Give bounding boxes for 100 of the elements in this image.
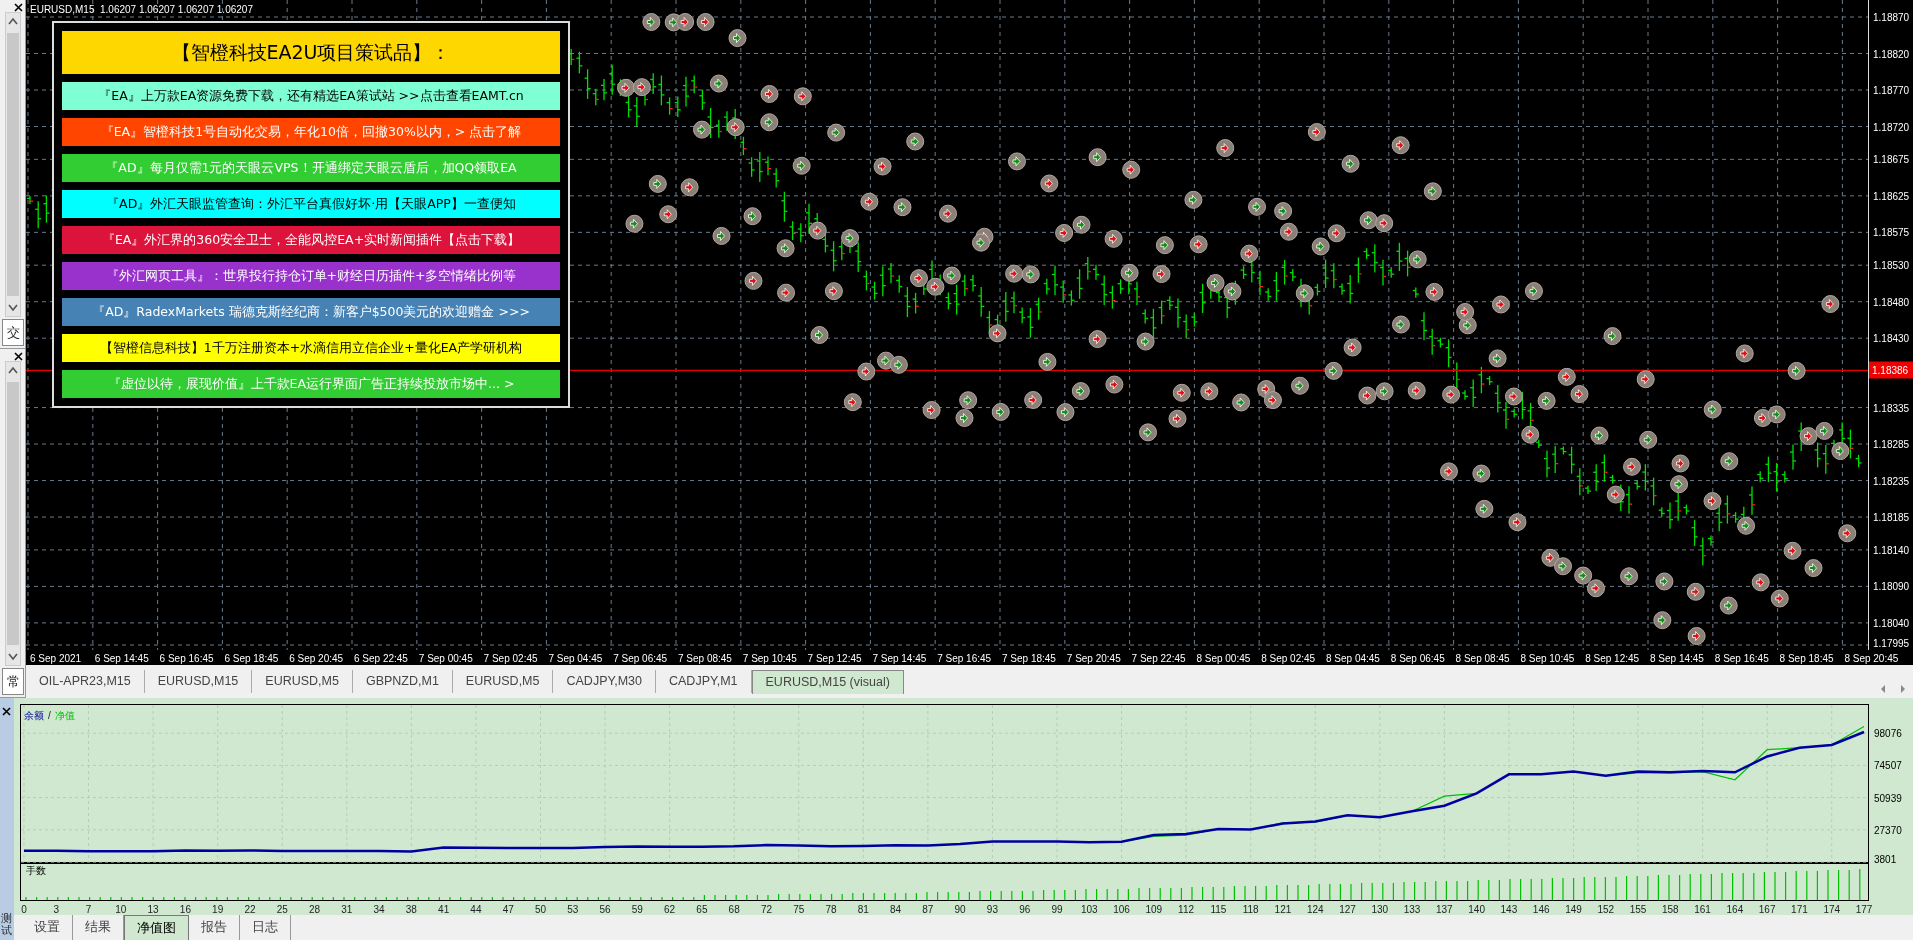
price-label: 1.18335	[1873, 401, 1910, 416]
close-icon[interactable]	[14, 352, 23, 361]
axis-label: 161	[1694, 903, 1711, 917]
price-label: 1.18820	[1873, 47, 1910, 61]
price-label: 1.17995	[1873, 636, 1910, 651]
axis-label: 10	[115, 903, 127, 917]
axis-label: 50	[534, 903, 547, 917]
axis-label: 99	[1051, 903, 1063, 917]
chart-tab[interactable]: EURUSD,M15 (visual)	[751, 670, 904, 694]
close-icon[interactable]	[14, 3, 23, 12]
time-label: 7 Sep 22:45	[1131, 652, 1186, 666]
axis-label: 112	[1178, 903, 1195, 917]
axis-label: 74507	[1874, 760, 1902, 772]
time-label: 8 Sep 08:45	[1455, 652, 1510, 666]
time-label: 7 Sep 10:45	[742, 652, 797, 666]
axis-label: 53	[567, 903, 579, 917]
chart-tab[interactable]: CADJPY,M30	[553, 670, 656, 693]
scrollbar[interactable]	[5, 12, 21, 317]
promo-button[interactable]: 『EA』外汇界的360安全卫士，全能风控EA+实时新闻插件【点击下载】	[62, 226, 560, 254]
axis-label: 90	[954, 903, 966, 917]
axis-label: 28	[308, 903, 321, 917]
tester-tab[interactable]: 报告	[189, 915, 240, 940]
price-label: 1.18770	[1873, 83, 1910, 98]
scroll-left-icon[interactable]	[1879, 684, 1887, 694]
axis-label: 109	[1145, 903, 1163, 917]
scroll-down-icon[interactable]	[8, 303, 18, 312]
axis-label: 38	[405, 903, 417, 917]
time-label: 7 Sep 02:45	[483, 652, 538, 666]
price-label: 1.18870	[1873, 10, 1910, 25]
scroll-down-icon[interactable]	[8, 652, 18, 661]
axis-label: 93	[986, 903, 998, 917]
axis-label: 103	[1080, 903, 1098, 917]
scroll-up-icon[interactable]	[8, 17, 18, 25]
scroll-up-icon[interactable]	[8, 366, 18, 374]
time-label: 7 Sep 12:45	[807, 652, 862, 666]
time-label: 8 Sep 06:45	[1390, 652, 1445, 666]
promo-button[interactable]: 『AD』RadexMarkets 瑞德克斯经纪商：新客户$500美元的欢迎赠金 >>>	[62, 298, 560, 326]
legend-label: 余额	[24, 709, 44, 723]
axis-label: 31	[341, 903, 353, 917]
axis-label: 171	[1791, 903, 1808, 917]
axis-label: 62	[664, 903, 676, 917]
chart-tab[interactable]: EURUSD,M5	[252, 670, 353, 693]
chart-tab[interactable]: GBPNZD,M1	[352, 670, 453, 693]
price-label: 1.18285	[1873, 437, 1910, 452]
axis-label: 3	[53, 903, 60, 917]
promo-button[interactable]: 『EA』上万款EA资源免费下载，还有精选EA策试站 >>点击查看EAMT.cn	[62, 82, 560, 110]
axis-label: 167	[1758, 903, 1776, 917]
axis-label: 133	[1403, 903, 1421, 917]
axis-label: 118	[1242, 903, 1259, 917]
side-tab[interactable]: 常	[2, 667, 24, 695]
scroll-right-icon[interactable]	[1899, 684, 1907, 694]
side-tab[interactable]: 交	[2, 318, 24, 346]
axis-label: 87	[922, 903, 934, 917]
price-label: 1.18185	[1873, 510, 1910, 525]
chart-tab[interactable]: OIL-APR23,M15	[26, 670, 145, 693]
chart-tab[interactable]: CADJPY,M1	[656, 670, 752, 693]
chart-label: 手数	[26, 865, 46, 876]
axis-label: 96	[1019, 903, 1031, 917]
axis-label: 47	[502, 903, 514, 917]
legend-label: /	[48, 709, 51, 723]
axis-label: 41	[438, 903, 450, 917]
side-label: 测试	[1, 911, 12, 936]
time-label: 8 Sep 16:45	[1714, 652, 1769, 666]
time-label: 8 Sep 14:45	[1650, 652, 1704, 666]
promo-title-button[interactable]: 【智橙科技EA2U项目策试品】：	[62, 31, 560, 74]
axis-label: 121	[1274, 903, 1292, 917]
axis-label: 143	[1500, 903, 1518, 917]
close-icon[interactable]	[2, 707, 11, 717]
axis-label: 155	[1629, 903, 1647, 917]
time-label: 8 Sep 18:45	[1779, 652, 1834, 666]
time-label: 6 Sep 16:45	[159, 652, 214, 666]
axis-label: 127	[1339, 903, 1356, 917]
chart-title: EURUSD,M15 1.06207 1.06207 1.06207 1.06207	[30, 3, 253, 17]
axis-label: 177	[1855, 903, 1873, 917]
axis-label: 59	[631, 903, 643, 917]
axis-label: 149	[1565, 903, 1582, 917]
tester-tab[interactable]: 设置	[22, 915, 73, 940]
promo-button[interactable]: 【智橙信息科技】1千万注册资本+水滴信用立信企业+量化EA产学研机构	[62, 334, 560, 362]
price-label: 1.18625	[1873, 189, 1910, 204]
axis-label: 7	[85, 903, 92, 917]
promo-button[interactable]: 『AD』外汇天眼监管查询：外汇平台真假好坏·用【天眼APP】一查便知	[62, 190, 560, 218]
promo-button[interactable]: 『外汇网页工具』：世界投行持仓订单+财经日历插件+多空情绪比例等	[62, 262, 560, 290]
time-label: 8 Sep 12:45	[1585, 652, 1640, 666]
time-label: 7 Sep 18:45	[1002, 652, 1056, 666]
axis-label: 152	[1597, 903, 1615, 917]
axis-label: 50939	[1874, 792, 1902, 804]
time-label: 8 Sep 00:45	[1196, 652, 1251, 666]
time-label: 6 Sep 2021	[30, 652, 82, 666]
chart-tab[interactable]: EURUSD,M5	[452, 670, 554, 693]
axis-label: 130	[1371, 903, 1389, 917]
axis-label: 34	[373, 903, 385, 917]
price-label: 1.18480	[1873, 295, 1910, 310]
tester-tab[interactable]: 净值图	[124, 915, 189, 940]
chart-tab[interactable]: EURUSD,M15	[144, 670, 253, 693]
time-label: 6 Sep 14:45	[94, 652, 149, 666]
price-label: 1.18720	[1873, 120, 1910, 134]
axis-label: 22	[244, 903, 256, 917]
scrollbar[interactable]	[5, 361, 21, 666]
tester-tab[interactable]: 日志	[240, 915, 291, 940]
axis-label: 19	[212, 903, 224, 917]
